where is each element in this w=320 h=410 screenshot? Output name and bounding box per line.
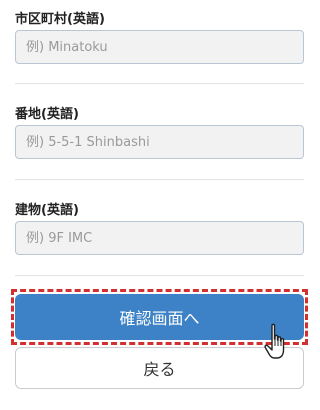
divider	[15, 83, 304, 84]
back-button[interactable]: 戻る	[15, 347, 304, 389]
confirm-button[interactable]: 確認画面へ	[15, 294, 304, 340]
divider	[15, 275, 304, 276]
divider	[15, 179, 304, 180]
building-input[interactable]	[15, 221, 304, 255]
city-label: 市区町村(英語)	[15, 12, 105, 27]
street-input[interactable]	[15, 125, 304, 159]
address-form-page: 市区町村(英語) 番地(英語) 建物(英語) 確認画面へ 戻る	[0, 0, 319, 410]
street-label: 番地(英語)	[15, 107, 79, 122]
building-label: 建物(英語)	[15, 203, 79, 218]
city-input[interactable]	[15, 30, 304, 64]
pointing-hand-cursor-icon	[264, 323, 285, 359]
